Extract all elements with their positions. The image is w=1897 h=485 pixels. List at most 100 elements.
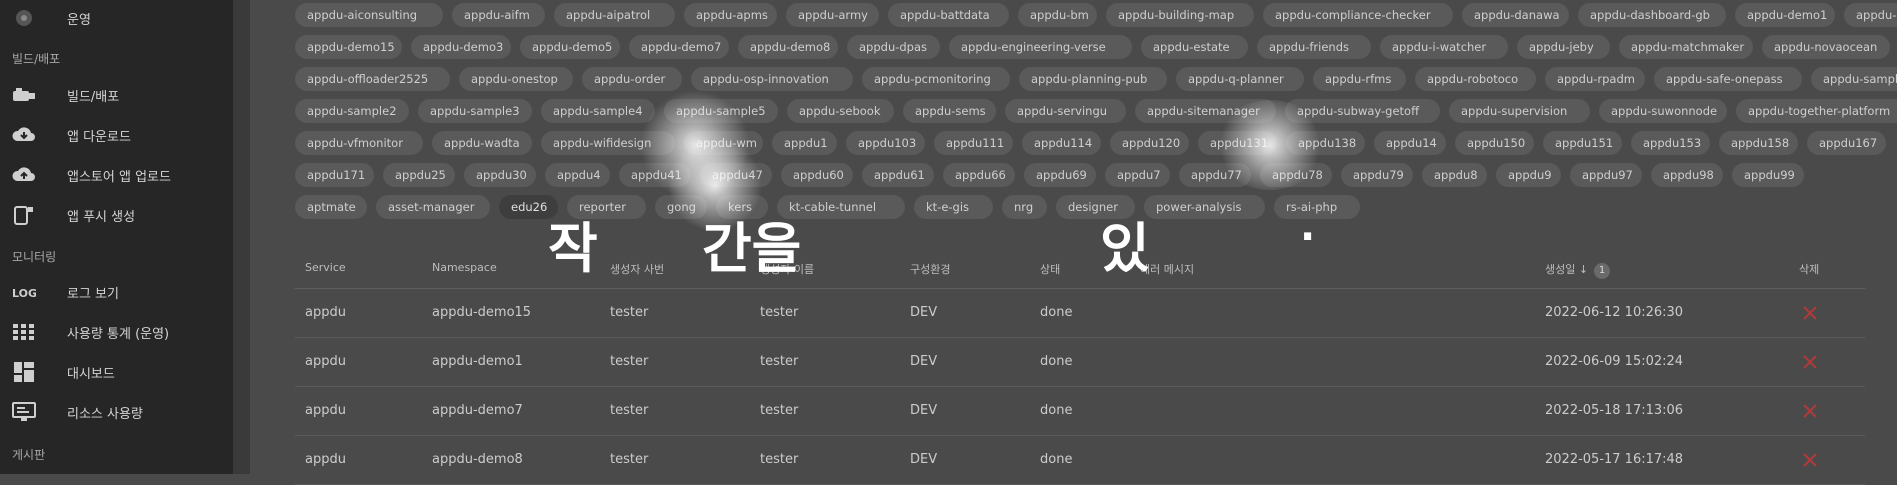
- namespace-chip[interactable]: appdu-osp-innovation: [691, 67, 853, 91]
- namespace-chip[interactable]: appdu99: [1732, 163, 1804, 187]
- namespace-chip[interactable]: power-analysis: [1144, 195, 1265, 219]
- table-row[interactable]: appdu appdu-demo1 tester tester DEV done 2022-…: [295, 338, 1865, 387]
- namespace-chip[interactable]: appdu-pcmonitoring: [862, 67, 1010, 91]
- namespace-chip[interactable]: appdu-army: [786, 3, 879, 27]
- table-row[interactable]: appdu appdu-demo7 tester tester DEV done 2022-…: [295, 387, 1865, 436]
- namespace-chip[interactable]: appdu114: [1022, 131, 1101, 155]
- sidebar-item-app-push[interactable]: 앱 푸시 생성: [0, 195, 233, 235]
- namespace-chip[interactable]: appdu151: [1543, 131, 1622, 155]
- namespace-chip[interactable]: appdu60: [781, 163, 853, 187]
- sidebar-item-build[interactable]: 빌드/배포: [0, 75, 233, 115]
- namespace-chip[interactable]: appdu-offloader2525: [295, 67, 450, 91]
- namespace-chip[interactable]: appdu-aiconsulting: [295, 3, 443, 27]
- delete-icon[interactable]: [1800, 303, 1820, 323]
- namespace-chip[interactable]: appdu69: [1024, 163, 1096, 187]
- namespace-chip[interactable]: appdu-novaocean: [1762, 35, 1890, 59]
- namespace-chip[interactable]: appdu-i-watcher: [1380, 35, 1508, 59]
- namespace-chip[interactable]: appdu-sebook: [787, 99, 894, 123]
- namespace-chip[interactable]: appdu-demo7: [629, 35, 729, 59]
- namespace-chip[interactable]: appdu25: [383, 163, 455, 187]
- sidebar-item-dashboard[interactable]: 대시보드: [0, 352, 233, 392]
- namespace-chip[interactable]: appdu-demo8: [738, 35, 838, 59]
- namespace-chip[interactable]: appdu-aifm: [452, 3, 545, 27]
- namespace-chip[interactable]: appdu-sample4: [541, 99, 655, 123]
- namespace-chip[interactable]: appdu-demo1: [1735, 3, 1835, 27]
- namespace-chip[interactable]: appdu-engineering-verse: [949, 35, 1132, 59]
- namespace-chip[interactable]: appdu-order: [582, 67, 682, 91]
- namespace-chip[interactable]: appdu-dpas: [847, 35, 940, 59]
- sidebar-item-logs[interactable]: LOG 로그 보기: [0, 272, 233, 312]
- namespace-chip[interactable]: appdu-q-planner: [1176, 67, 1304, 91]
- namespace-chip[interactable]: appdu-matchmaker: [1619, 35, 1753, 59]
- namespace-chip[interactable]: appdu-sample3: [418, 99, 532, 123]
- header-env[interactable]: 구성환경: [910, 261, 950, 277]
- namespace-chip[interactable]: appdu-robotoco: [1415, 67, 1536, 91]
- sidebar-item-resource-usage[interactable]: 리소스 사용량: [0, 392, 233, 432]
- namespace-chip[interactable]: nrg: [1002, 195, 1047, 219]
- header-namespace[interactable]: Namespace: [432, 261, 497, 274]
- namespace-chip[interactable]: appdu14: [1374, 131, 1446, 155]
- namespace-chip[interactable]: appdu9: [1496, 163, 1561, 187]
- namespace-chip[interactable]: appdu167: [1807, 131, 1886, 155]
- sidebar-item-appstore-upload[interactable]: 앱스토어 앱 업로드: [0, 155, 233, 195]
- namespace-chip[interactable]: appdu-vfmonitor: [295, 131, 423, 155]
- namespace-chip[interactable]: appdu-rfms: [1313, 67, 1406, 91]
- namespace-chip[interactable]: appdu79: [1341, 163, 1413, 187]
- namespace-chip[interactable]: appdu-demo10: [1844, 3, 1897, 27]
- namespace-chip[interactable]: appdu-compliance-checker: [1263, 3, 1453, 27]
- namespace-chip[interactable]: appdu120: [1110, 131, 1189, 155]
- namespace-chip[interactable]: appdu-onestop: [459, 67, 573, 91]
- namespace-chip[interactable]: appdu111: [934, 131, 1013, 155]
- namespace-chip[interactable]: appdu-demo15: [295, 35, 402, 59]
- namespace-chip[interactable]: appdu-sample2: [295, 99, 409, 123]
- namespace-chip[interactable]: appdu7: [1105, 163, 1170, 187]
- sidebar-item-usage-stats[interactable]: 사용량 통계 (운영): [0, 312, 233, 352]
- sidebar-item-ops[interactable]: 운영: [0, 0, 233, 38]
- table-row[interactable]: appdu appdu-demo8 tester tester DEV done 2022-…: [295, 436, 1865, 485]
- header-created[interactable]: 생성일 ↓ 1: [1545, 261, 1611, 279]
- namespace-chip[interactable]: appdu-demo3: [411, 35, 511, 59]
- delete-icon[interactable]: [1800, 352, 1820, 372]
- namespace-chip[interactable]: appdu-servingu: [1005, 99, 1126, 123]
- namespace-chip[interactable]: appdu-together-platform: [1736, 99, 1897, 123]
- namespace-chip[interactable]: rs-ai-php: [1274, 195, 1360, 219]
- namespace-chip[interactable]: appdu1: [772, 131, 837, 155]
- namespace-chip[interactable]: appdu-building-map: [1106, 3, 1254, 27]
- header-service[interactable]: Service: [305, 261, 346, 274]
- namespace-chip[interactable]: appdu30: [464, 163, 536, 187]
- namespace-chip[interactable]: appdu-aipatrol: [554, 3, 675, 27]
- namespace-chip[interactable]: appdu-apms: [684, 3, 777, 27]
- namespace-chip[interactable]: appdu-wadta: [432, 131, 532, 155]
- namespace-chip[interactable]: aptmate: [295, 195, 367, 219]
- namespace-chip[interactable]: appdu-bm: [1018, 3, 1097, 27]
- namespace-chip[interactable]: appdu4: [545, 163, 610, 187]
- namespace-chip[interactable]: appdu-dashboard-gb: [1578, 3, 1726, 27]
- namespace-chip[interactable]: appdu61: [862, 163, 934, 187]
- namespace-chip[interactable]: appdu171: [295, 163, 374, 187]
- namespace-chip[interactable]: appdu-danawa: [1462, 3, 1569, 27]
- namespace-chip[interactable]: appdu-planning-pub: [1019, 67, 1167, 91]
- namespace-chip[interactable]: appdu-demo5: [520, 35, 620, 59]
- namespace-chip[interactable]: appdu153: [1631, 131, 1710, 155]
- namespace-chip[interactable]: appdu8: [1422, 163, 1487, 187]
- delete-icon[interactable]: [1800, 401, 1820, 421]
- namespace-chip[interactable]: appdu-safe-onepass: [1654, 67, 1802, 91]
- header-creator-id[interactable]: 생성자 사번: [610, 261, 664, 277]
- namespace-chip[interactable]: appdu150: [1455, 131, 1534, 155]
- namespace-chip[interactable]: appdu-friends: [1257, 35, 1371, 59]
- table-row[interactable]: appdu appdu-demo15 tester tester DEV done 2022…: [295, 289, 1865, 338]
- namespace-chip[interactable]: kt-e-gis: [914, 195, 993, 219]
- sidebar-item-app-download[interactable]: 앱 다운로드: [0, 115, 233, 155]
- namespace-chip[interactable]: asset-manager: [376, 195, 490, 219]
- namespace-chip[interactable]: appdu-estate: [1141, 35, 1248, 59]
- namespace-chip[interactable]: appdu158: [1719, 131, 1798, 155]
- namespace-chip[interactable]: appdu-sems: [903, 99, 996, 123]
- sidebar-scrollbar[interactable]: [233, 0, 250, 474]
- namespace-chip[interactable]: appdu103: [846, 131, 925, 155]
- namespace-chip[interactable]: appdu-suwonnode: [1599, 99, 1727, 123]
- namespace-chip[interactable]: appdu66: [943, 163, 1015, 187]
- namespace-chip[interactable]: appdu-battdata: [888, 3, 1009, 27]
- header-status[interactable]: 상태: [1040, 261, 1060, 277]
- namespace-chip[interactable]: appdu-jeby: [1517, 35, 1610, 59]
- delete-icon[interactable]: [1800, 450, 1820, 470]
